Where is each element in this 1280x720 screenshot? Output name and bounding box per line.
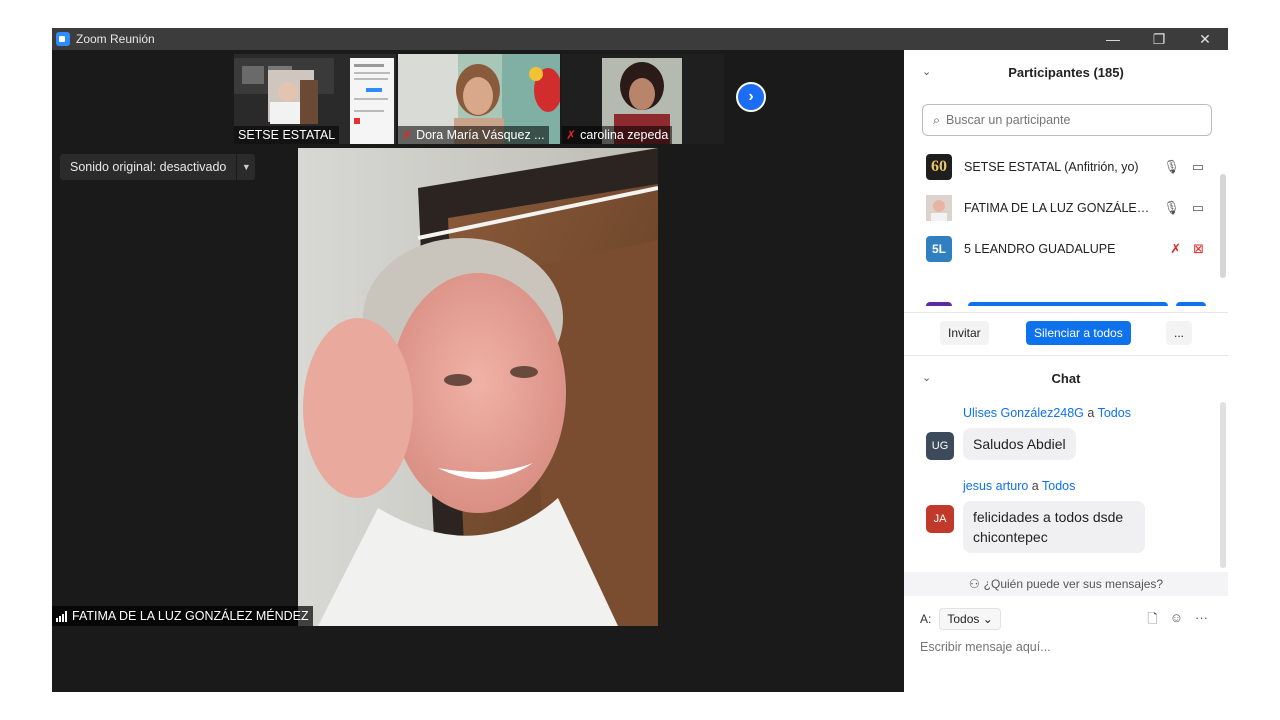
participant-avatar <box>926 194 952 221</box>
sender-avatar: JA <box>926 505 954 533</box>
thumbnail-name: SETSE ESTATAL <box>234 126 340 144</box>
composer-tools: 🗋 ☺ ··· <box>1147 610 1208 632</box>
message-header: Ulises González248G a Todos <box>963 406 1131 420</box>
participant-avatar: 60 <box>926 153 952 180</box>
participant-row[interactable]: 60 SETSE ESTATAL (Anfitrión, yo) 🎙 ▭ <box>904 146 1214 187</box>
original-sound-toggle[interactable]: Sonido original: desactivado ▼ <box>60 154 256 180</box>
participant-row-peek <box>926 302 1206 306</box>
thumbnail-setse[interactable]: SETSE ESTATAL <box>234 54 396 144</box>
zoom-window: Zoom Reunión — ❐ ✕ SETSE ESTATAL ✗ Dora … <box>52 28 1228 692</box>
collapse-chevron-icon[interactable]: ⌄ <box>922 65 931 78</box>
participant-list: 60 SETSE ESTATAL (Anfitrión, yo) 🎙 ▭ FAT… <box>904 146 1214 300</box>
scrollbar-thumb[interactable] <box>1220 402 1226 568</box>
chevron-down-icon: ⌄ <box>982 612 993 626</box>
collapse-chevron-icon[interactable]: ⌄ <box>922 371 931 384</box>
participant-name: FATIMA DE LA LUZ GONZÁLEZ ... <box>964 200 1154 215</box>
chat-header: ⌄ Chat <box>904 356 1228 400</box>
side-panel: ⌄ Participantes (185) ⌕ 60 SETSE ESTATAL… <box>904 50 1228 692</box>
invite-button[interactable]: Invitar <box>940 321 989 345</box>
thumbnail-name: ✗ carolina zepeda <box>562 126 673 144</box>
more-icon[interactable]: ··· <box>1195 610 1208 632</box>
muted-mic-icon: ✗ <box>402 128 413 142</box>
active-speaker-label: FATIMA DE LA LUZ GONZÁLEZ MÉNDEZ <box>52 606 313 626</box>
chat-title: Chat <box>1051 370 1081 386</box>
participant-row[interactable]: 5L 5 LEANDRO GUADALUPE ✗ ⊠ <box>904 228 1214 269</box>
participant-scrollbar[interactable] <box>1220 168 1226 286</box>
thumbnail-name: ✗ Dora María Vásquez ... <box>398 126 549 144</box>
message-recipient: Todos <box>1042 479 1076 493</box>
participant-controls: 🎙 ▭ <box>1163 159 1204 175</box>
message-sender[interactable]: jesus arturo <box>963 479 1028 493</box>
restore-button[interactable]: ❐ <box>1136 28 1182 50</box>
active-speaker-video <box>298 148 658 626</box>
participant-name: 5 LEANDRO GUADALUPE <box>964 241 1116 256</box>
to-label: A: <box>920 612 932 626</box>
message-recipient: Todos <box>1097 406 1131 420</box>
microphone-muted-icon[interactable]: ✗ <box>1170 241 1181 257</box>
participant-controls: ✗ ⊠ <box>1170 241 1204 257</box>
chat-composer: A: Todos ⌄ 🗋 ☺ ··· <box>904 596 1228 692</box>
signal-strength-icon <box>56 610 67 622</box>
participant-actions: Invitar Silenciar a todos ... <box>904 312 1228 356</box>
message-header: jesus arturo a Todos <box>963 479 1076 493</box>
thumbnail-carolina[interactable]: ✗ carolina zepeda <box>562 54 724 144</box>
thumbnail-strip: SETSE ESTATAL ✗ Dora María Vásquez ... ✗… <box>234 54 724 144</box>
message-sender[interactable]: Ulises González248G <box>963 406 1084 420</box>
minimize-button[interactable]: — <box>1090 28 1136 50</box>
participant-row[interactable]: FATIMA DE LA LUZ GONZÁLEZ ... 🎙 ▭ <box>904 187 1214 228</box>
thumbnail-dora[interactable]: ✗ Dora María Vásquez ... <box>398 54 560 144</box>
video-stage: SETSE ESTATAL ✗ Dora María Vásquez ... ✗… <box>52 50 904 692</box>
title-bar: Zoom Reunión — ❐ ✕ <box>52 28 1228 50</box>
message-input[interactable] <box>920 640 1210 654</box>
dropdown-arrow-icon[interactable]: ▼ <box>237 154 256 180</box>
participant-name: SETSE ESTATAL (Anfitrión, yo) <box>964 159 1139 174</box>
participant-avatar: 5L <box>926 235 952 262</box>
speaker-video-frame <box>298 148 658 626</box>
participants-header: ⌄ Participantes (185) <box>904 50 1228 94</box>
video-camera-icon[interactable]: ▭ <box>1192 200 1204 216</box>
participant-search[interactable]: ⌕ <box>922 104 1212 136</box>
mute-all-button[interactable]: Silenciar a todos <box>1026 321 1131 345</box>
file-icon[interactable]: 🗋 <box>1147 610 1157 632</box>
emoji-icon[interactable]: ☺ <box>1170 610 1183 632</box>
participant-controls: 🎙 ▭ <box>1163 200 1204 216</box>
recipient-dropdown[interactable]: Todos ⌄ <box>939 608 1001 630</box>
zoom-logo-icon <box>56 32 70 46</box>
message-bubble: felicidades a todos dsde chicontepec <box>963 501 1145 553</box>
who-can-see-link[interactable]: ⚇ ¿Quién puede ver sus mensajes? <box>904 572 1228 596</box>
more-options-button[interactable]: ... <box>1166 321 1192 345</box>
message-bubble: Saludos Abdiel <box>963 428 1076 460</box>
video-camera-icon[interactable]: ▭ <box>1192 159 1204 175</box>
search-icon: ⌕ <box>933 112 941 127</box>
chevron-right-icon: › <box>748 88 754 105</box>
sender-avatar: UG <box>926 432 954 460</box>
window-title: Zoom Reunión <box>76 32 155 46</box>
original-sound-label: Sonido original: desactivado <box>60 154 238 180</box>
recipient-row: A: Todos ⌄ <box>920 608 1001 630</box>
participants-title: Participantes (185) <box>1008 64 1124 80</box>
muted-mic-icon: ✗ <box>566 128 577 142</box>
participant-photo <box>926 194 952 221</box>
person-lock-icon: ⚇ <box>968 577 980 591</box>
participant-search-input[interactable] <box>946 113 1187 127</box>
microphone-icon[interactable]: 🎙 <box>1163 200 1180 216</box>
scrollbar-thumb[interactable] <box>1220 174 1226 278</box>
close-button[interactable]: ✕ <box>1182 28 1228 50</box>
next-page-button[interactable]: › <box>736 82 766 112</box>
chat-log: Ulises González248G a Todos UG Saludos A… <box>904 396 1228 572</box>
video-off-icon[interactable]: ⊠ <box>1193 241 1204 257</box>
microphone-icon[interactable]: 🎙 <box>1163 159 1180 175</box>
window-controls: — ❐ ✕ <box>1090 28 1228 50</box>
